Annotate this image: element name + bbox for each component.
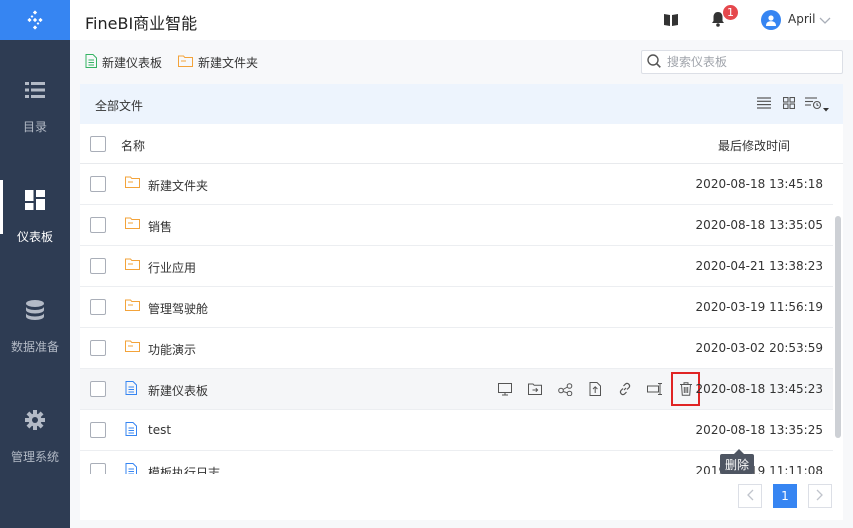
new-folder-icon <box>178 55 193 70</box>
row-name[interactable]: test <box>148 423 171 437</box>
row-time: 2020-03-19 11:56:19 <box>695 300 823 314</box>
new-dashboard-label: 新建仪表板 <box>102 56 163 70</box>
dashboard-grid-icon <box>25 188 45 212</box>
finebi-logo-icon[interactable] <box>0 0 70 40</box>
row-time: 2019-08-19 11:11:08 <box>695 464 823 474</box>
list-view-icon[interactable] <box>757 97 771 112</box>
app-title: FineBI商业智能 <box>85 14 198 33</box>
new-dashboard-button[interactable]: 新建仪表板 <box>85 54 162 71</box>
list-icon <box>25 78 45 102</box>
chevron-right-icon <box>816 489 824 504</box>
user-avatar-icon[interactable] <box>761 10 781 30</box>
new-folder-label: 新建文件夹 <box>198 56 259 70</box>
delete-tooltip: 删除 <box>720 449 755 474</box>
row-time: 2020-08-18 13:45:23 <box>695 382 823 396</box>
top-bar: FineBI商业智能 1 April <box>70 0 853 40</box>
table-row[interactable]: 管理驾驶舱 2020-03-19 11:56:19 <box>80 287 833 328</box>
scrollbar[interactable] <box>833 164 843 474</box>
panel-header: 全部文件 <box>80 84 843 124</box>
folder-icon <box>125 340 140 355</box>
table-header: 名称 最后修改时间 <box>80 124 843 164</box>
main-content: 新建仪表板 新建文件夹 全部文件 <box>70 40 853 528</box>
file-panel: 全部文件 名称 最后修改时间 新建文件夹 2020-08-18 13:45:18 <box>80 84 843 520</box>
row-name[interactable]: 功能演示 <box>148 341 196 358</box>
row-checkbox[interactable] <box>90 422 106 438</box>
database-icon <box>25 298 45 322</box>
row-time: 2020-03-02 20:53:59 <box>695 341 823 355</box>
sidebar-item-data-prep[interactable]: 数据准备 <box>0 298 70 382</box>
share-icon[interactable] <box>556 380 574 398</box>
rename-icon[interactable] <box>646 380 664 398</box>
table-row[interactable]: test 2020-08-18 13:35:25 <box>80 410 833 451</box>
folder-icon <box>125 217 140 232</box>
row-name[interactable]: 销售 <box>148 218 172 235</box>
sidebar-item-catalog[interactable]: 目录 <box>0 78 70 162</box>
row-name[interactable]: 新建仪表板 <box>148 382 208 399</box>
delete-icon[interactable] <box>671 372 700 406</box>
table-row[interactable]: 功能演示 2020-03-02 20:53:59 <box>80 328 833 369</box>
move-icon[interactable] <box>526 380 544 398</box>
preview-icon[interactable] <box>496 380 514 398</box>
prev-page-button[interactable] <box>738 484 762 508</box>
book-icon[interactable] <box>664 13 678 30</box>
row-checkbox[interactable] <box>90 340 106 356</box>
sidebar-item-label: 仪表板 <box>16 230 53 244</box>
folder-icon <box>125 299 140 314</box>
chevron-down-icon[interactable] <box>819 14 831 28</box>
sidebar-item-label: 目录 <box>22 120 47 134</box>
row-time: 2020-04-21 13:38:23 <box>695 259 823 273</box>
file-list: 新建文件夹 2020-08-18 13:45:18 销售 2020-08-18 … <box>80 164 833 474</box>
new-folder-button[interactable]: 新建文件夹 <box>178 54 258 71</box>
dashboard-file-icon <box>125 422 137 439</box>
table-row[interactable]: 行业应用 2020-04-21 13:38:23 <box>80 246 833 287</box>
sidebar-item-label: 管理系统 <box>10 450 59 464</box>
dashboard-file-icon <box>125 463 137 474</box>
page-number-button[interactable]: 1 <box>773 484 797 508</box>
next-page-button[interactable] <box>808 484 832 508</box>
grid-view-icon[interactable] <box>782 96 796 112</box>
sidebar-item-dashboard[interactable]: 仪表板 <box>0 180 70 272</box>
user-name[interactable]: April <box>788 12 815 26</box>
select-all-checkbox[interactable] <box>90 136 106 152</box>
dashboard-file-icon <box>125 381 137 398</box>
row-checkbox[interactable] <box>90 176 106 192</box>
table-row[interactable]: 销售 2020-08-18 13:35:05 <box>80 205 833 246</box>
column-name-header[interactable]: 名称 <box>121 137 145 154</box>
search-icon <box>647 53 661 71</box>
row-time: 2020-08-18 13:35:05 <box>695 218 823 232</box>
search-input[interactable] <box>667 55 827 69</box>
sidebar-item-label: 数据准备 <box>10 340 59 354</box>
table-row[interactable]: 新建文件夹 2020-08-18 13:45:18 <box>80 164 833 205</box>
breadcrumb[interactable]: 全部文件 <box>95 97 143 114</box>
scroll-thumb[interactable] <box>835 216 841 438</box>
search-box[interactable] <box>641 50 843 74</box>
row-name[interactable]: 管理驾驶舱 <box>148 300 208 317</box>
row-name[interactable]: 模板执行日志 <box>148 464 220 474</box>
row-checkbox[interactable] <box>90 217 106 233</box>
row-checkbox[interactable] <box>90 463 106 474</box>
row-checkbox[interactable] <box>90 299 106 315</box>
row-time: 2020-08-18 13:35:25 <box>695 423 823 437</box>
sidebar: 目录 仪表板 数据准备 管理系统 <box>0 0 70 528</box>
folder-icon <box>125 176 140 191</box>
link-icon[interactable] <box>616 380 634 398</box>
notification-badge: 1 <box>722 4 739 21</box>
row-checkbox[interactable] <box>90 381 106 397</box>
sort-icon[interactable] <box>805 97 829 116</box>
row-checkbox[interactable] <box>90 258 106 274</box>
table-row[interactable]: 新建仪表板 2020-08-18 13:45:23 <box>80 369 833 410</box>
folder-icon <box>125 258 140 273</box>
row-time: 2020-08-18 13:45:18 <box>695 177 823 191</box>
new-dashboard-icon <box>85 54 97 71</box>
export-icon[interactable] <box>586 380 604 398</box>
row-name[interactable]: 新建文件夹 <box>148 177 208 194</box>
column-time-header[interactable]: 最后修改时间 <box>718 137 790 154</box>
gear-icon <box>25 408 45 432</box>
row-name[interactable]: 行业应用 <box>148 259 196 276</box>
chevron-left-icon <box>746 489 754 504</box>
sidebar-item-management[interactable]: 管理系统 <box>0 408 70 492</box>
